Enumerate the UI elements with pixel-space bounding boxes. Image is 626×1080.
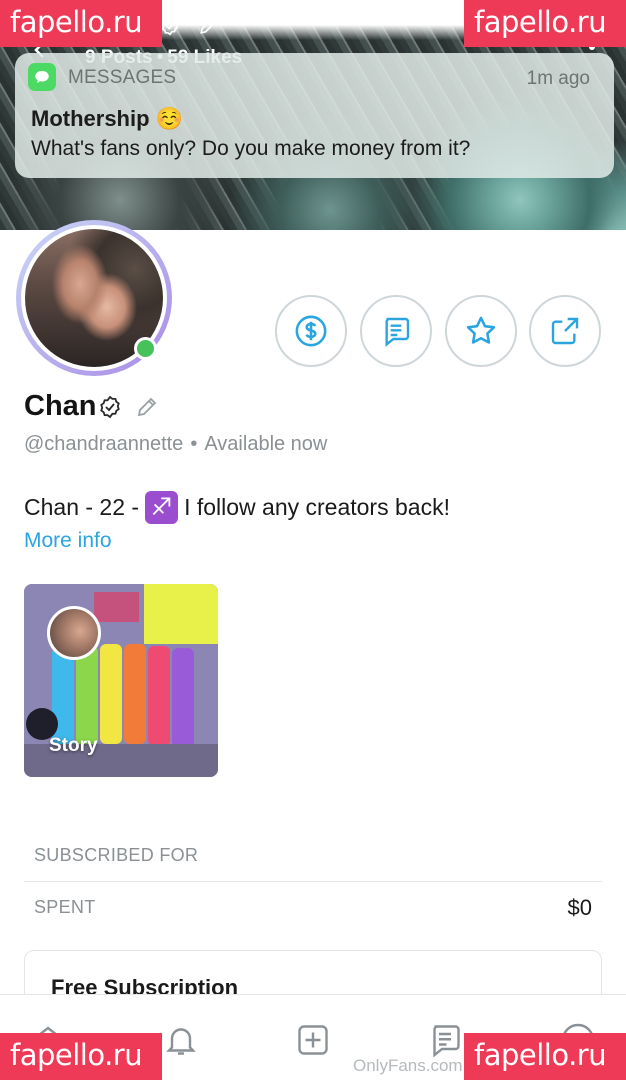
star-icon	[466, 316, 496, 344]
notification-body: What's fans only? Do you make money from…	[31, 137, 471, 160]
handle-row: @chandraannette • Available now	[24, 433, 327, 456]
message-button[interactable]	[360, 295, 432, 367]
nav-messages[interactable]	[425, 1020, 465, 1060]
watermark: fapello.ru	[0, 1033, 162, 1080]
bell-icon	[166, 1028, 196, 1055]
subscribed-for-label: SUBSCRIBED FOR	[34, 845, 199, 865]
favorite-button[interactable]	[445, 295, 517, 367]
share-icon	[551, 317, 579, 345]
story-label: Story	[49, 735, 98, 756]
share-button[interactable]	[529, 295, 601, 367]
bio-prefix: Chan - 22 -	[24, 494, 140, 520]
profile-bio: Chan - 22 - ♐ I follow any creators back…	[24, 491, 450, 524]
watermark: fapello.ru	[0, 0, 162, 47]
plus-square-icon	[298, 1025, 328, 1055]
edit-icon[interactable]	[198, 16, 218, 36]
verified-icon	[100, 395, 120, 419]
story-avatar	[47, 606, 101, 660]
watermark: fapello.ru	[464, 0, 626, 47]
handle-separator: •	[190, 433, 198, 455]
nav-notifications[interactable]	[161, 1020, 201, 1060]
notification-sender: Mothership ☺️	[31, 106, 184, 131]
dollar-circle-icon	[295, 315, 327, 347]
notification-app-name: MESSAGES	[68, 67, 177, 88]
divider	[24, 881, 602, 882]
availability-status: Available now	[204, 433, 328, 455]
message-icon	[433, 1025, 460, 1058]
message-notification[interactable]: MESSAGES 1m ago Mothership ☺️ What's fan…	[15, 53, 614, 178]
spent-value: $0	[567, 895, 592, 920]
tip-button[interactable]	[275, 295, 347, 367]
messages-app-icon	[28, 63, 56, 91]
edit-icon[interactable]	[135, 395, 159, 419]
online-status-indicator	[134, 337, 157, 360]
profile-handle: @chandraannette	[24, 433, 184, 455]
nav-add-post[interactable]	[293, 1020, 333, 1060]
profile-name: Chan	[24, 390, 97, 422]
notification-time: 1m ago	[526, 68, 590, 89]
more-info-link[interactable]: More info	[24, 529, 112, 553]
verified-icon	[161, 16, 179, 36]
spent-label: SPENT	[34, 897, 96, 917]
sagittarius-emoji: ♐	[145, 491, 179, 524]
message-icon	[385, 317, 410, 347]
footer-brand: OnlyFans.com	[353, 1056, 463, 1075]
bio-suffix: I follow any creators back!	[184, 494, 450, 520]
watermark: fapello.ru	[464, 1033, 626, 1080]
